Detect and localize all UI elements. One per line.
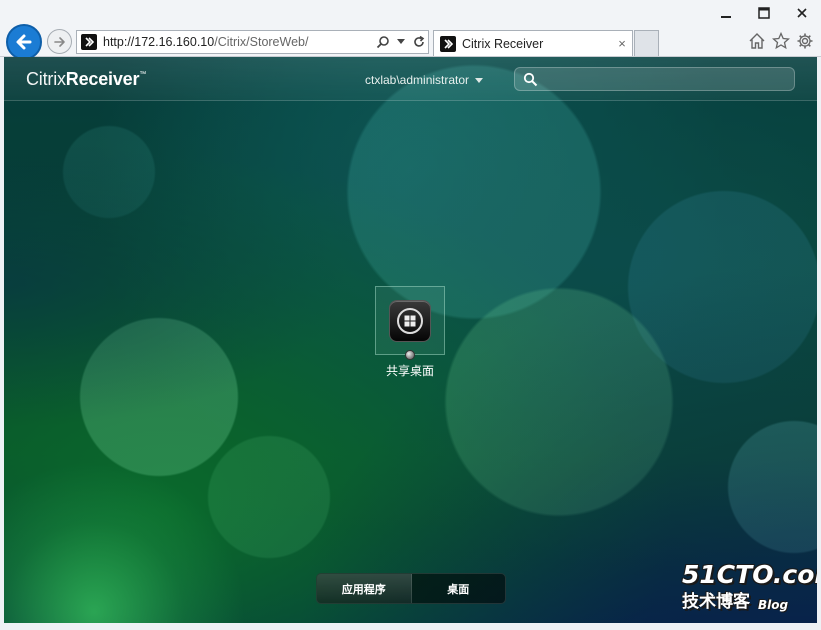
url-text[interactable]: http://172.16.160.10/Citrix/StoreWeb/ xyxy=(103,35,374,49)
address-dropdown-button[interactable] xyxy=(392,31,410,53)
citrix-tab-icon xyxy=(440,35,456,52)
forward-button[interactable] xyxy=(47,29,72,54)
tab-apps[interactable]: 应用程序 xyxy=(317,574,412,603)
refresh-button[interactable] xyxy=(410,31,428,53)
maximize-icon xyxy=(758,7,770,19)
watermark-51cto: 51CTO.com 技术博客 Blog xyxy=(682,560,817,612)
brand-citrix: Citrix xyxy=(26,69,66,89)
desktop-tile-shared[interactable] xyxy=(375,286,445,355)
brand-trademark: ™ xyxy=(139,71,147,78)
desktop-status-dot xyxy=(405,350,415,360)
window-frame-right xyxy=(817,57,821,623)
chevron-down-icon xyxy=(397,39,405,44)
search-icon xyxy=(376,36,389,49)
forward-arrow-icon xyxy=(53,36,65,47)
settings-button[interactable] xyxy=(795,31,815,51)
favorites-button[interactable] xyxy=(771,31,791,51)
address-bar[interactable]: http://172.16.160.10/Citrix/StoreWeb/ xyxy=(76,30,429,54)
watermark-tagline: 技术博客 xyxy=(682,592,750,612)
citrix-receiver-logo: CitrixReceiver™ xyxy=(26,69,146,90)
home-icon xyxy=(749,33,765,49)
tab-citrix-receiver[interactable]: Citrix Receiver × xyxy=(433,30,633,56)
settings-gear-icon xyxy=(797,33,813,49)
windows-logo-icon xyxy=(389,299,431,342)
maximize-button[interactable] xyxy=(745,0,783,26)
new-tab-button[interactable] xyxy=(634,30,659,56)
chevron-down-icon xyxy=(475,77,484,83)
watermark-site: 51CTO.com xyxy=(682,560,817,589)
tab-desktops[interactable]: 桌面 xyxy=(412,574,506,603)
minimize-button[interactable] xyxy=(707,0,745,26)
url-host: http://172.16.160.10 xyxy=(103,35,215,49)
brand-receiver: Receiver xyxy=(65,69,140,89)
address-search-button[interactable] xyxy=(374,31,392,53)
back-button[interactable] xyxy=(6,24,42,60)
tab-close-button[interactable]: × xyxy=(612,34,632,54)
watermark-blog: Blog xyxy=(758,598,789,612)
search-input[interactable] xyxy=(541,68,794,90)
store-search[interactable] xyxy=(514,67,795,91)
view-switcher: 应用程序 桌面 xyxy=(316,573,506,604)
receiver-header: CitrixReceiver™ ctxlab\administrator xyxy=(4,57,817,101)
close-window-button[interactable] xyxy=(783,0,821,26)
browser-tools xyxy=(747,31,815,51)
user-menu[interactable]: ctxlab\administrator xyxy=(365,73,484,87)
url-path: /Citrix/StoreWeb/ xyxy=(214,35,309,49)
citrix-receiver-page: CitrixReceiver™ ctxlab\administrator 共享桌… xyxy=(4,57,817,623)
back-arrow-icon xyxy=(16,34,32,50)
watermark-bottom: 技术博客 Blog xyxy=(682,587,817,612)
window-frame-bottom xyxy=(0,623,821,630)
citrix-site-icon xyxy=(81,34,97,50)
favorites-star-icon xyxy=(772,32,790,50)
window-controls xyxy=(707,0,821,26)
tab-title: Citrix Receiver xyxy=(462,36,544,51)
desktop-tile-label[interactable]: 共享桌面 xyxy=(360,362,460,379)
browser-chrome: http://172.16.160.10/Citrix/StoreWeb/ Ci… xyxy=(0,0,821,60)
close-icon xyxy=(797,8,807,18)
home-button[interactable] xyxy=(747,31,767,51)
search-icon xyxy=(519,72,541,87)
user-name: ctxlab\administrator xyxy=(365,73,470,87)
minimize-icon xyxy=(721,16,731,18)
refresh-icon xyxy=(414,35,425,47)
